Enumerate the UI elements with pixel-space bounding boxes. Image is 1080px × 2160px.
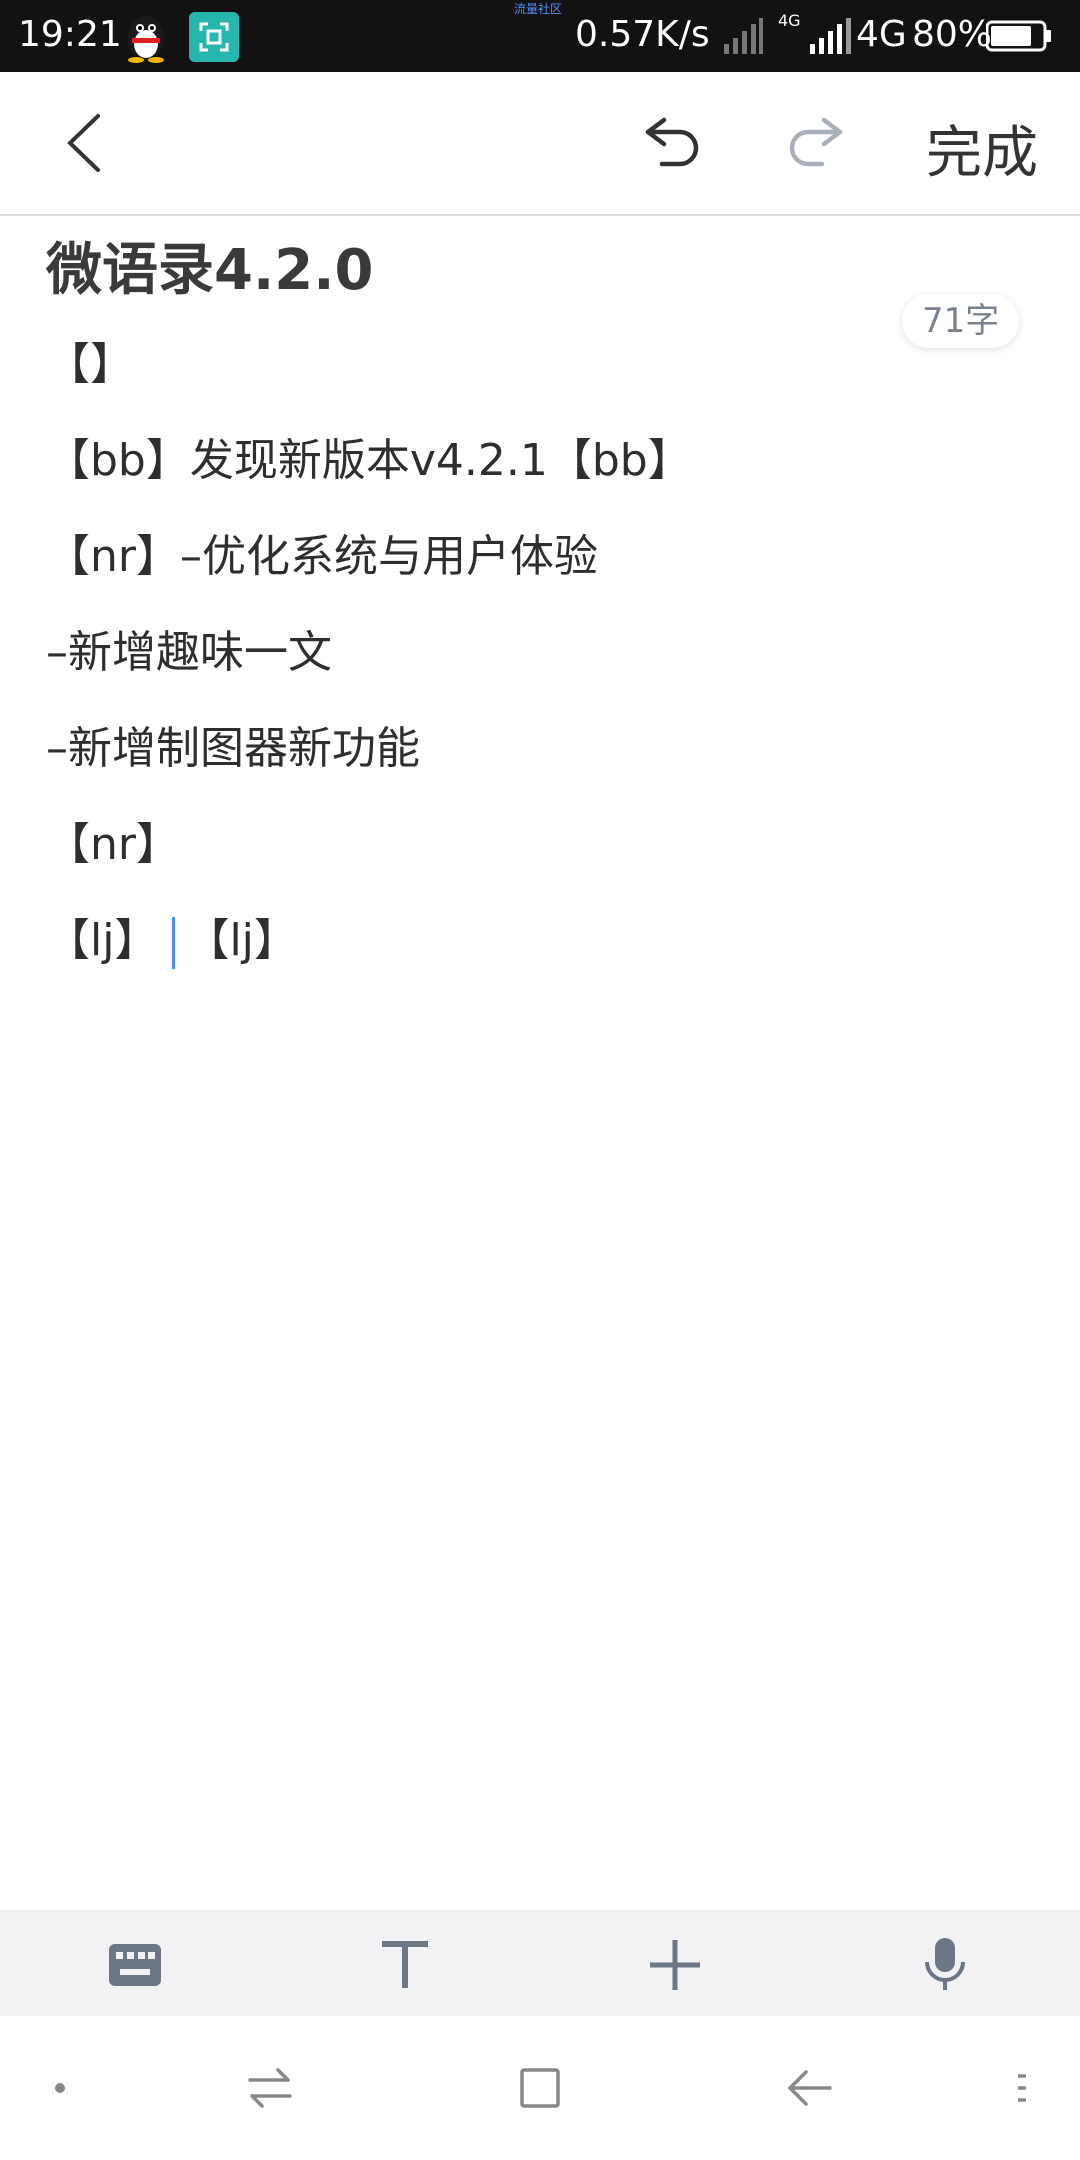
note-title[interactable]: 微语录4.2.0 bbox=[46, 225, 373, 306]
network-speed: 0.57K/s bbox=[575, 14, 710, 55]
home-square-icon[interactable] bbox=[512, 2060, 568, 2116]
qq-icon bbox=[128, 16, 164, 63]
cursor-line-after: 【lj】 bbox=[185, 915, 298, 966]
network-type-small: 4G bbox=[778, 11, 801, 30]
menu-icon[interactable] bbox=[994, 2060, 1050, 2116]
back-arrow-icon[interactable] bbox=[782, 2060, 838, 2116]
text-cursor bbox=[172, 917, 176, 969]
network-type: 4G bbox=[856, 14, 907, 55]
note-body[interactable]: 【】 【bb】发现新版本v4.2.1【bb】 【nr】–优化系统与用户体验 –新… bbox=[46, 325, 1006, 997]
redo-icon[interactable] bbox=[782, 112, 848, 172]
signal-icon bbox=[724, 18, 763, 54]
battery-percent: 80% bbox=[912, 14, 993, 55]
cursor-line-before: 【lj】 bbox=[46, 915, 159, 966]
status-time: 19:21 bbox=[18, 14, 122, 55]
scan-icon bbox=[189, 12, 239, 62]
keyboard-icon[interactable] bbox=[106, 1936, 164, 1994]
note-line[interactable]: 【bb】发现新版本v4.2.1【bb】 bbox=[46, 421, 1006, 517]
back-chevron-icon[interactable] bbox=[56, 110, 112, 176]
status-bar: 19:21 流量社区 0.57K/s 4G 4G 80% bbox=[0, 0, 1080, 72]
note-line[interactable]: 【】 bbox=[46, 325, 1006, 421]
text-format-icon[interactable] bbox=[376, 1936, 434, 1994]
note-line[interactable]: 【nr】 bbox=[46, 805, 1006, 901]
signal-icon bbox=[810, 18, 851, 54]
undo-icon[interactable] bbox=[640, 112, 706, 172]
microphone-icon[interactable] bbox=[916, 1936, 974, 1994]
note-line[interactable]: –新增趣味一文 bbox=[46, 613, 1006, 709]
carrier-watermark: 流量社区 bbox=[514, 2, 563, 16]
battery-icon bbox=[986, 20, 1051, 52]
edit-toolbar bbox=[0, 1910, 1080, 2016]
note-line[interactable]: –新增制图器新功能 bbox=[46, 709, 1006, 805]
note-line[interactable]: 【nr】–优化系统与用户体验 bbox=[46, 517, 1006, 613]
editor-toolbar: 完成 bbox=[0, 72, 1080, 216]
navigation-bar bbox=[0, 2016, 1080, 2160]
switch-icon[interactable] bbox=[242, 2060, 298, 2116]
add-icon[interactable] bbox=[646, 1936, 704, 1994]
dot-icon[interactable] bbox=[32, 2060, 88, 2116]
done-button[interactable]: 完成 bbox=[926, 108, 1038, 189]
note-editor-screen: 19:21 流量社区 0.57K/s 4G 4G 80% 完成 微语录4.2.0… bbox=[0, 0, 1080, 2160]
note-line-with-cursor[interactable]: 【lj】 【lj】 bbox=[46, 901, 1006, 997]
